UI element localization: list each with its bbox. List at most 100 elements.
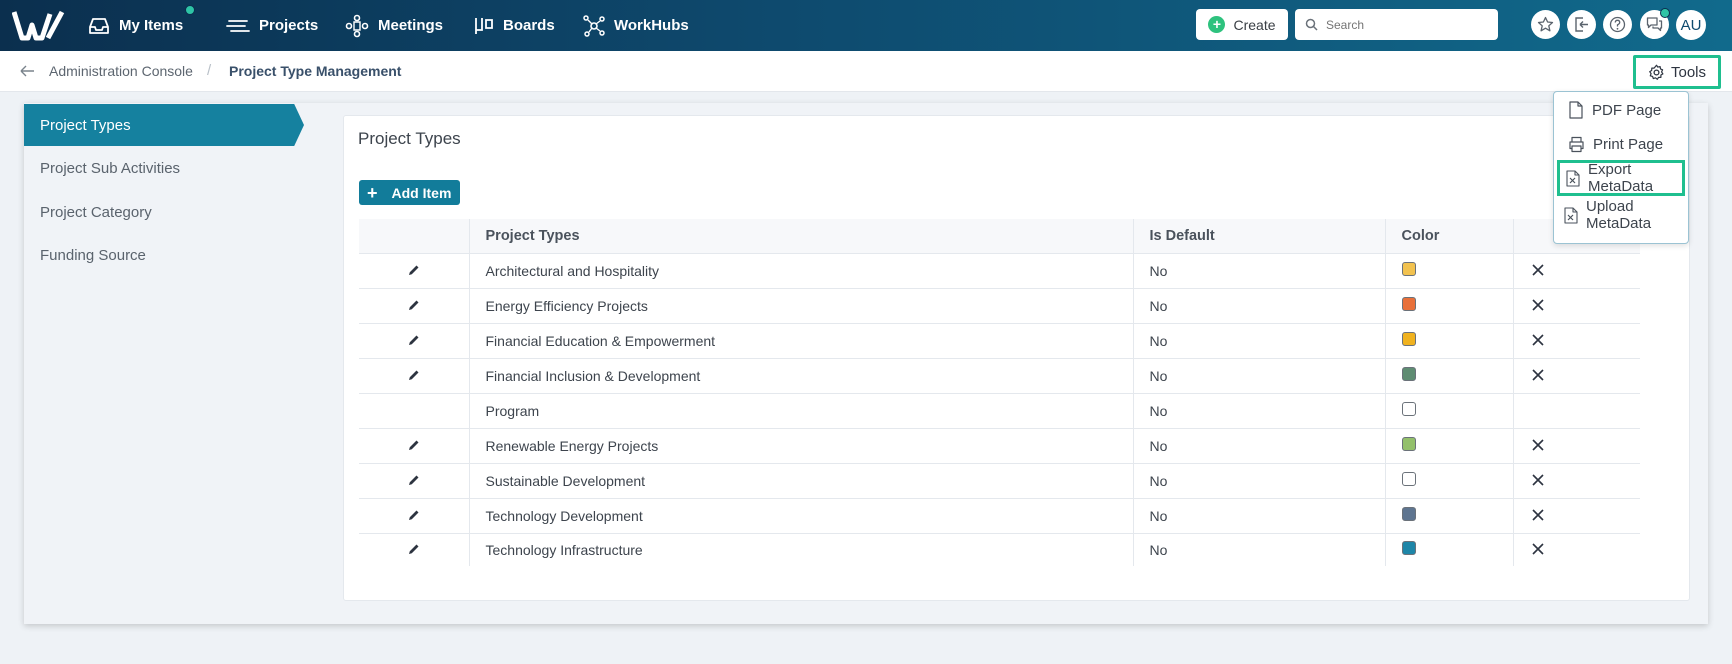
menu-item-print-page[interactable]: Print Page: [1554, 127, 1688, 161]
menu-item-upload-metadata[interactable]: Upload MetaData: [1554, 198, 1688, 232]
delete-x-icon[interactable]: [1531, 473, 1544, 489]
breadcrumb-administration-console[interactable]: Administration Console: [49, 63, 193, 79]
delete-cell: [1512, 252, 1640, 288]
delete-x-icon[interactable]: [1531, 333, 1544, 349]
delete-x-icon[interactable]: [1531, 263, 1544, 279]
delete-x-icon[interactable]: [1531, 368, 1544, 384]
page-title: Project Types: [358, 129, 461, 148]
column-header-color[interactable]: Color: [1384, 219, 1513, 253]
project-type-name: Sustainable Development: [468, 462, 1133, 498]
edit-cell: [359, 462, 469, 498]
column-header-project-types[interactable]: Project Types: [468, 219, 1133, 253]
menu-item-pdf-page[interactable]: PDF Page: [1554, 93, 1688, 127]
edit-cell: [359, 392, 469, 428]
plus-icon: +: [367, 182, 378, 203]
gear-icon: [1649, 64, 1664, 80]
project-type-name: Technology Infrastructure: [468, 532, 1133, 566]
pencil-icon[interactable]: [408, 473, 420, 489]
edit-cell: [359, 427, 469, 463]
sign-out-button[interactable]: [1567, 10, 1596, 39]
delete-x-icon[interactable]: [1531, 542, 1544, 558]
delete-x-icon[interactable]: [1531, 438, 1544, 454]
edit-cell: [359, 497, 469, 533]
table-row: Energy Efficiency Projects No: [359, 287, 1640, 323]
pencil-icon[interactable]: [408, 263, 420, 279]
column-header-is-default[interactable]: Is Default: [1132, 219, 1385, 253]
nav-label: Meetings: [378, 17, 444, 34]
sidebar-item-project-category[interactable]: Project Category: [40, 204, 152, 221]
table-row: Technology Development No: [359, 497, 1640, 533]
is-default-value: No: [1132, 532, 1385, 566]
is-default-value: No: [1132, 357, 1385, 393]
add-item-button[interactable]: + Add Item: [359, 180, 460, 205]
notification-dot: [185, 5, 195, 15]
nav-meetings[interactable]: Meetings: [345, 0, 443, 51]
sidebar-item-label: Project Category: [40, 204, 152, 221]
nav-boards[interactable]: Boards: [474, 0, 555, 51]
favorites-button[interactable]: [1531, 10, 1560, 39]
nav-workhubs[interactable]: WorkHubs: [583, 0, 689, 51]
user-avatar[interactable]: AU: [1676, 10, 1706, 40]
delete-cell: [1512, 462, 1640, 498]
nav-my-items[interactable]: My Items: [88, 0, 183, 51]
color-cell: [1384, 462, 1513, 498]
nav-projects[interactable]: Projects: [226, 0, 318, 51]
sidebar-item-label: Funding Source: [40, 247, 146, 264]
breadcrumb-separator: /: [207, 62, 212, 79]
table-row: Program No: [359, 392, 1640, 428]
pencil-icon[interactable]: [408, 542, 420, 558]
edit-cell: [359, 252, 469, 288]
pencil-icon[interactable]: [408, 368, 420, 384]
delete-cell: [1512, 322, 1640, 358]
sign-out-icon: [1575, 17, 1588, 32]
menu-item-export-metadata[interactable]: Export MetaData: [1557, 160, 1685, 196]
app-logo-icon[interactable]: [12, 8, 66, 42]
sidebar-item-project-sub-activities[interactable]: Project Sub Activities: [40, 160, 180, 177]
edit-cell: [359, 532, 469, 566]
breadcrumb-current-page: Project Type Management: [229, 63, 402, 79]
is-default-value: No: [1132, 322, 1385, 358]
create-button[interactable]: + Create: [1196, 9, 1288, 40]
boards-icon: [475, 17, 493, 34]
delete-cell: [1512, 497, 1640, 533]
chat-icon: [1646, 17, 1663, 32]
back-arrow-icon[interactable]: [19, 64, 35, 78]
pdf-icon: [1569, 101, 1583, 119]
print-icon: [1569, 136, 1584, 152]
pencil-icon[interactable]: [408, 298, 420, 314]
delete-x-icon[interactable]: [1531, 298, 1544, 314]
project-type-name: Financial Inclusion & Development: [468, 357, 1133, 393]
pencil-icon[interactable]: [408, 508, 420, 524]
table-row: Financial Education & Empowerment No: [359, 322, 1640, 358]
color-swatch: [1401, 366, 1416, 381]
search-input[interactable]: [1326, 17, 1486, 32]
tools-label: Tools: [1670, 63, 1707, 81]
nav-label: WorkHubs: [614, 17, 689, 34]
inbox-icon: [89, 17, 109, 34]
nav-label: Boards: [503, 17, 555, 34]
color-cell: [1384, 427, 1513, 463]
edit-cell: [359, 322, 469, 358]
sidebar-item-funding-source[interactable]: Funding Source: [40, 247, 146, 264]
color-swatch: [1401, 506, 1416, 521]
tools-button[interactable]: Tools: [1633, 55, 1721, 89]
menu-item-label: Export MetaData: [1588, 161, 1654, 195]
star-icon: [1537, 16, 1554, 32]
pencil-icon[interactable]: [408, 438, 420, 454]
edit-cell: [359, 357, 469, 393]
sidebar-item-label: Project Sub Activities: [40, 160, 181, 177]
color-swatch: [1401, 471, 1416, 486]
project-type-name: Technology Development: [468, 497, 1133, 533]
messages-notification-dot: [1660, 8, 1670, 18]
sidebar-item-project-types[interactable]: Project Types: [24, 104, 304, 146]
pencil-icon[interactable]: [408, 333, 420, 349]
help-button[interactable]: [1603, 10, 1632, 39]
project-type-name: Financial Education & Empowerment: [468, 322, 1133, 358]
create-label: Create: [1233, 16, 1276, 33]
delete-x-icon[interactable]: [1531, 508, 1544, 524]
is-default-value: No: [1132, 427, 1385, 463]
avatar-initials: AU: [1680, 16, 1702, 34]
help-icon: [1609, 16, 1626, 33]
color-cell: [1384, 287, 1513, 323]
delete-cell: [1512, 287, 1640, 323]
